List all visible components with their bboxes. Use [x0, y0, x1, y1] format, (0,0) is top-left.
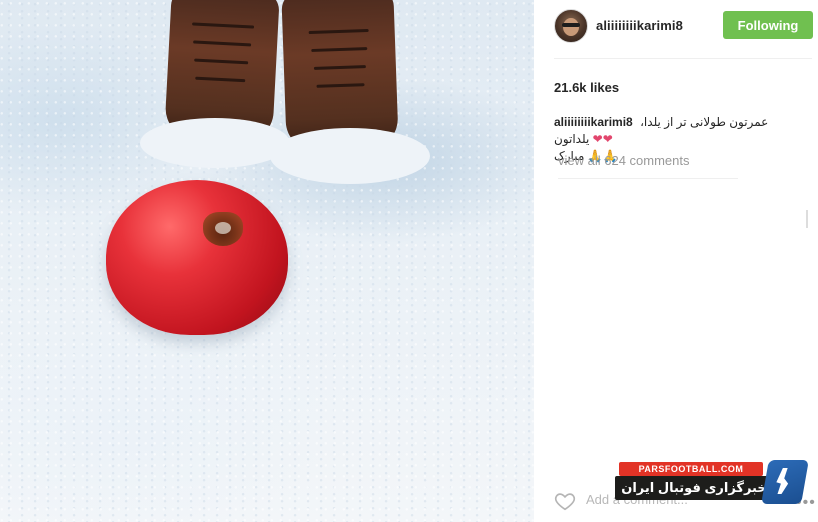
pomegranate-crown [203, 212, 243, 246]
snow-mound [270, 128, 430, 184]
heart-outline-icon[interactable] [554, 490, 576, 512]
following-button[interactable]: Following [723, 11, 813, 39]
snow-mound [140, 118, 290, 168]
header-divider [554, 58, 812, 59]
username-link[interactable]: aliiiiiiiikarimi8 [596, 18, 683, 33]
parsfootball-watermark: PARSFOOTBALL.COM خبرگزاری فوتبال ایران [615, 460, 809, 504]
avatar[interactable] [554, 9, 588, 43]
pomegranate [106, 180, 288, 335]
scroll-indicator [806, 210, 808, 228]
post-sidebar: aliiiiiiiikarimi8 Following 21.6k likes … [534, 0, 818, 522]
comments-divider [558, 178, 738, 179]
watermark-site: PARSFOOTBALL.COM [619, 462, 763, 476]
watermark-name: خبرگزاری فوتبال ایران [615, 476, 773, 500]
football-player-icon [761, 460, 809, 504]
view-all-comments-link[interactable]: view all 624 comments [558, 153, 690, 168]
likes-count[interactable]: 21.6k likes [554, 80, 619, 95]
hearts-emoji: ❤❤ [592, 132, 613, 146]
post-photo[interactable] [0, 0, 534, 522]
caption-username[interactable]: aliiiiiiiikarimi8 [554, 115, 633, 129]
